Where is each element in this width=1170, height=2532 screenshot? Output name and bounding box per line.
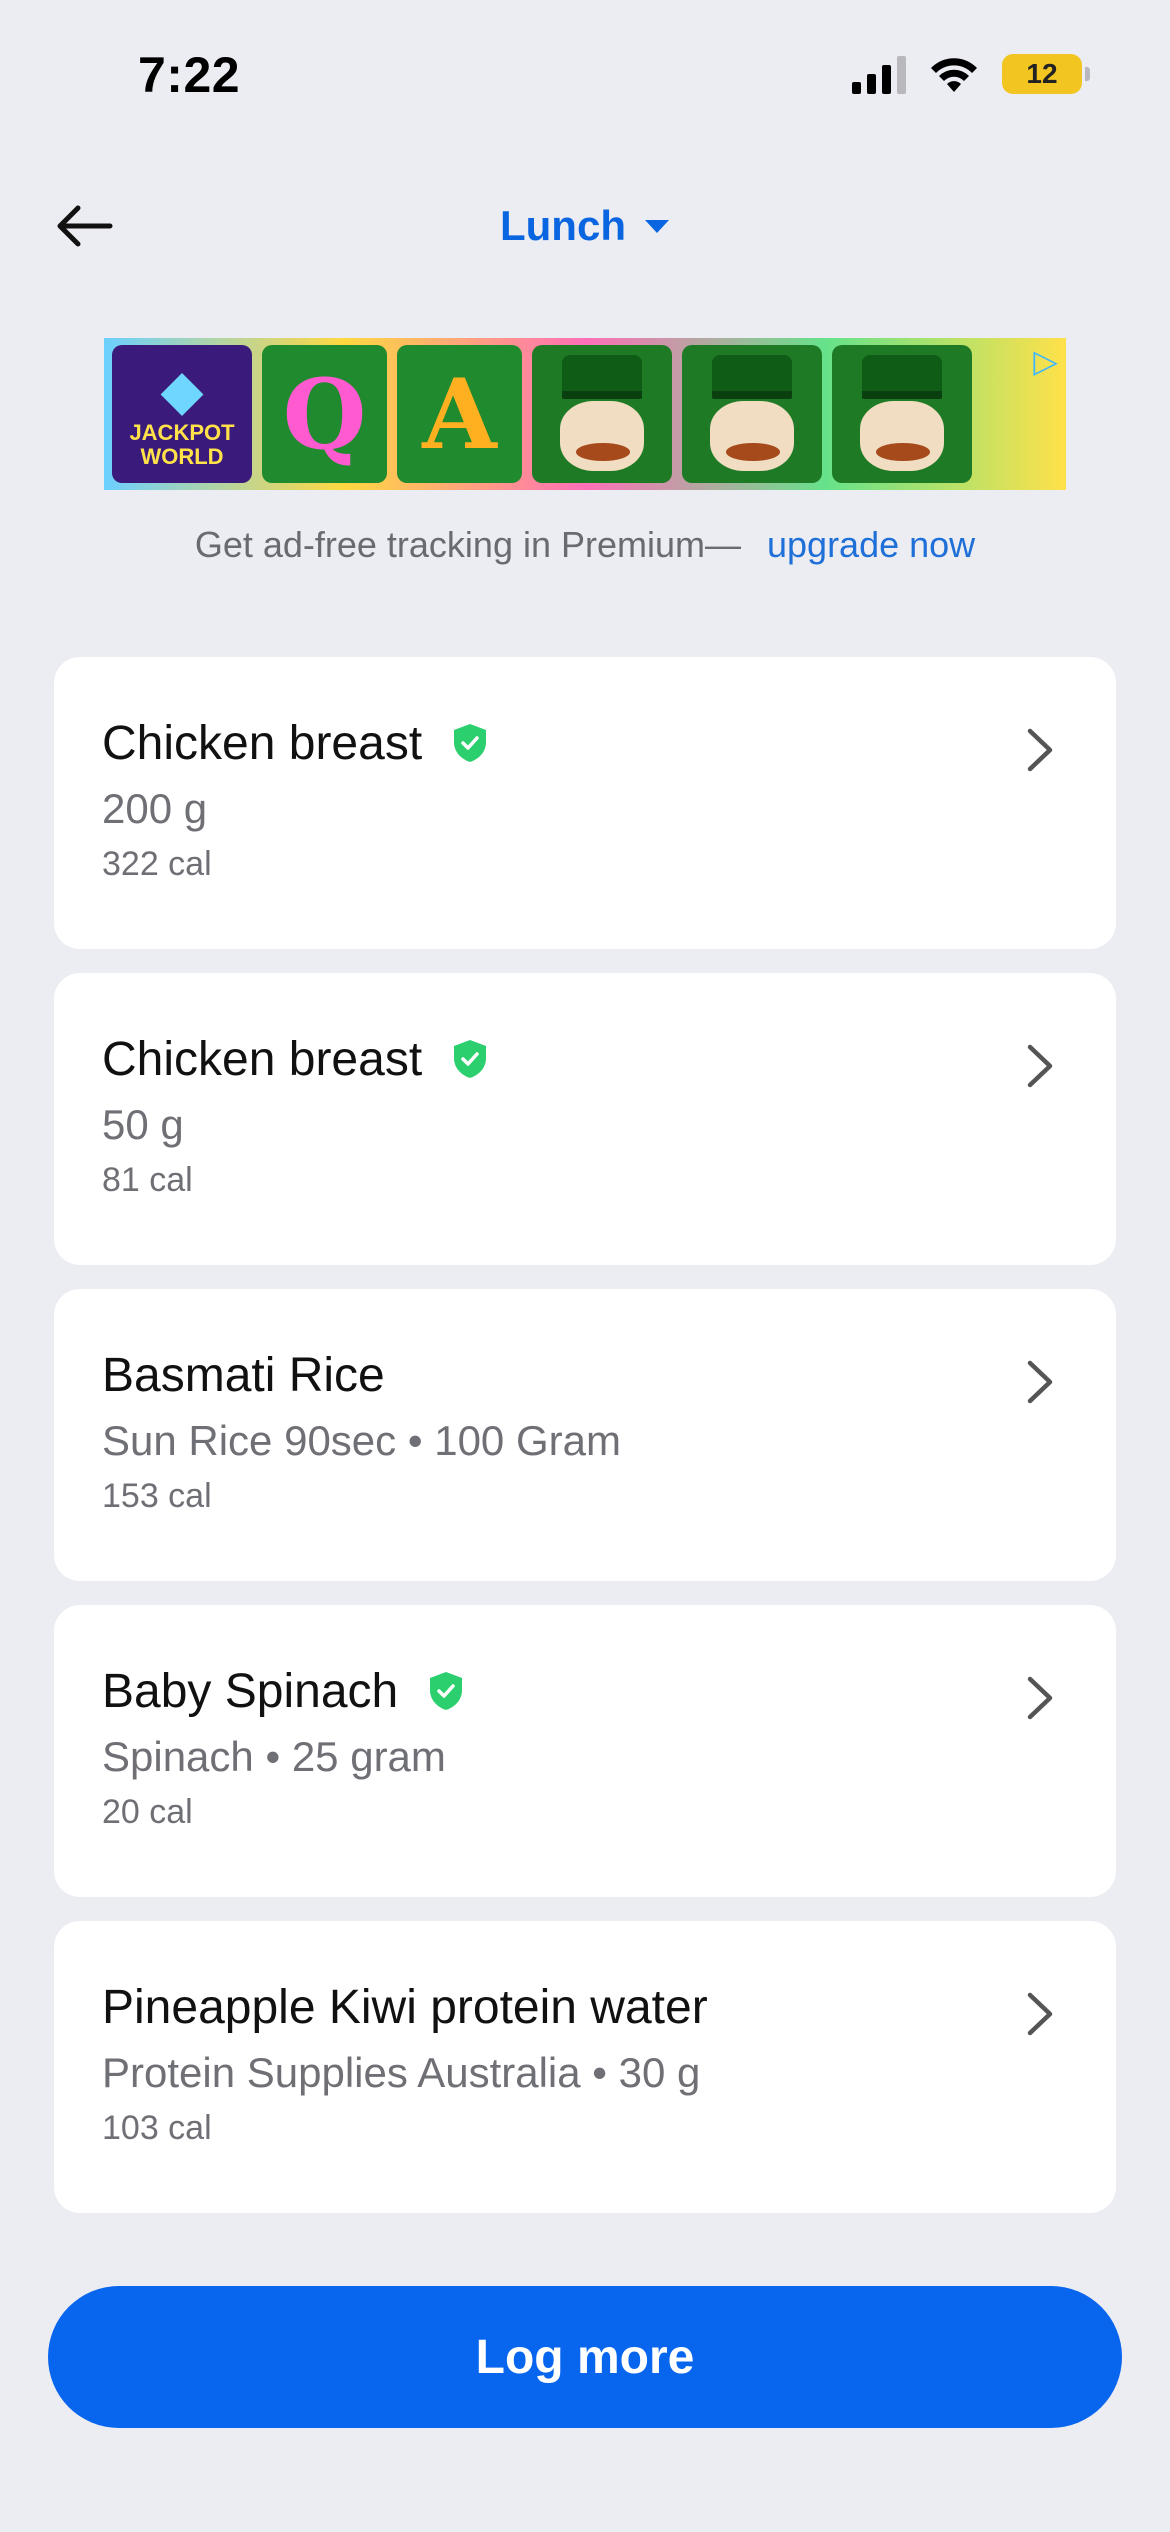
food-name: Chicken breast [102,1032,423,1086]
food-name: Pineapple Kiwi protein water [102,1980,708,2034]
ad-banner[interactable]: ◆ JACKPOT WORLD Q A ▷ [104,338,1066,490]
verified-shield-icon [430,1672,463,1710]
battery-icon: 12 [1002,54,1090,94]
log-more-button[interactable]: Log more [48,2286,1122,2428]
ad-brand-logo: ◆ JACKPOT WORLD [112,345,252,483]
verified-shield-icon [454,724,487,762]
chevron-right-icon [1027,1992,1053,2036]
food-calories: 81 cal [102,1161,193,1199]
ad-choices-icon[interactable]: ▷ [1033,342,1058,380]
food-calories: 103 cal [102,2109,212,2147]
ad-character-image [532,345,672,483]
caret-down-icon [644,220,669,233]
food-serving: Sun Rice 90sec • 100 Gram [102,1417,621,1464]
status-time: 7:22 [138,47,241,103]
food-serving: 200 g [102,785,208,832]
verified-shield-icon [454,1040,487,1078]
ad-character-image [832,345,972,483]
chevron-right-icon [1027,1360,1053,1404]
food-name: Basmati Rice [102,1348,385,1402]
chevron-right-icon [1027,1044,1053,1088]
cellular-signal-icon [852,54,906,94]
status-icons: 12 [852,54,1090,94]
screen: 7:22 12 Lunch ◆ JACKPOT WORLD Q A ▷ Get … [0,0,1170,2532]
ad-brand-line2: WORLD [140,443,224,469]
ad-free-note: Get ad-free tracking in Premium— upgrade … [0,524,1170,566]
upgrade-link[interactable]: upgrade now [767,524,975,565]
food-calories: 153 cal [102,1477,212,1515]
food-serving: Protein Supplies Australia • 30 g [102,2049,701,2096]
ad-tile-a: A [397,345,522,483]
meal-selector[interactable]: Lunch [0,196,1170,256]
food-item[interactable]: Baby Spinach Spinach • 25 gram 20 cal [54,1605,1116,1897]
diamond-icon: ◆ [160,358,204,422]
food-item[interactable]: Pineapple Kiwi protein water Protein Sup… [54,1921,1116,2213]
food-item[interactable]: Basmati Rice Sun Rice 90sec • 100 Gram 1… [54,1289,1116,1581]
food-calories: 322 cal [102,845,212,883]
food-serving: Spinach • 25 gram [102,1733,446,1780]
wifi-icon [931,58,977,92]
ad-brand-line1: JACKPOT [129,419,235,445]
chevron-right-icon [1027,1676,1053,1720]
food-name: Baby Spinach [102,1664,399,1718]
ad-note-text: Get ad-free tracking in Premium— [194,524,741,565]
food-name: Chicken breast [102,716,423,770]
food-item[interactable]: Chicken breast 50 g 81 cal [54,973,1116,1265]
status-bar: 7:22 12 [0,0,1170,150]
food-calories: 20 cal [102,1793,193,1831]
meal-title: Lunch [500,202,626,249]
ad-tile-q: Q [262,345,387,483]
ad-character-image [682,345,822,483]
battery-level: 12 [1002,54,1082,94]
food-serving: 50 g [102,1101,184,1148]
food-item[interactable]: Chicken breast 200 g 322 cal [54,657,1116,949]
food-list: Chicken breast 200 g 322 cal Chicken bre… [54,657,1116,2237]
chevron-right-icon [1027,728,1053,772]
